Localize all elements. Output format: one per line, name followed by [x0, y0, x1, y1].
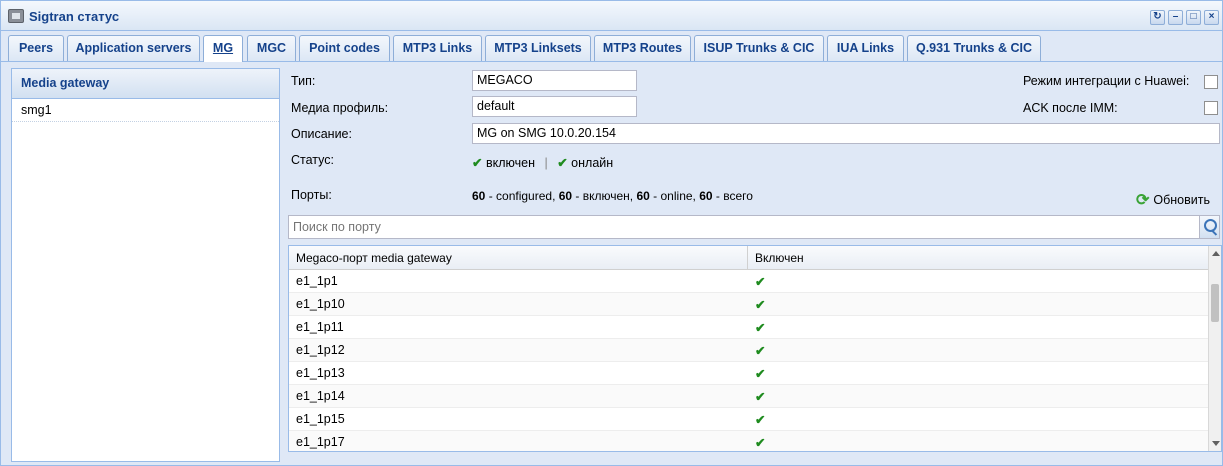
scroll-up-icon[interactable] [1212, 251, 1220, 256]
grid-header: Megaco-порт media gateway Включен [289, 246, 1209, 270]
ports-online-count: 60 [636, 189, 650, 203]
close-button[interactable]: × [1204, 10, 1219, 25]
mg-details-panel: Тип: MEGACO Медиа профиль: default Описа… [284, 68, 1222, 462]
ports-total-text: - всего [712, 189, 753, 203]
status-separator: | [544, 156, 548, 170]
ports-enabled-count: 60 [558, 189, 573, 203]
checkmark-icon: ✔ [755, 413, 766, 427]
type-field[interactable]: MEGACO [472, 70, 637, 91]
ack-after-imm-checkbox[interactable] [1204, 101, 1218, 115]
tab-bar: Peers Application servers MG MGC Point c… [1, 32, 1222, 62]
enabled-cell: ✔ [748, 339, 772, 362]
tab-isup-trunks[interactable]: ISUP Trunks & CIC [694, 35, 824, 61]
status-enabled: включен [485, 156, 535, 170]
ports-enabled-text: - включен, [572, 189, 637, 203]
minimize-button[interactable]: – [1168, 10, 1183, 25]
table-row[interactable]: e1_1p14 ✔ [289, 385, 1209, 408]
list-item[interactable]: smg1 [12, 99, 279, 122]
ports-configured-count: 60 [472, 189, 486, 203]
table-row[interactable]: e1_1p12 ✔ [289, 339, 1209, 362]
checkmark-icon: ✔ [755, 367, 766, 381]
search-icon[interactable] [1199, 216, 1219, 238]
tab-mgc[interactable]: MGC [247, 35, 296, 61]
enabled-cell: ✔ [748, 293, 772, 316]
table-row[interactable]: e1_1p17 ✔ [289, 431, 1209, 451]
scroll-thumb[interactable] [1211, 284, 1219, 322]
refresh-window-button[interactable]: ↻ [1150, 10, 1165, 25]
port-cell: e1_1p14 [296, 389, 345, 403]
tab-mtp3-linksets[interactable]: MTP3 Linksets [485, 35, 591, 61]
checkmark-icon: ✔ [755, 390, 766, 404]
ports-online-text: - online, [649, 189, 700, 203]
table-row[interactable]: e1_1p1 ✔ [289, 270, 1209, 293]
checkmark-icon: ✔ [755, 321, 766, 335]
ack-after-imm-label: ACK после IMM: [1023, 101, 1118, 115]
port-cell: e1_1p12 [296, 343, 345, 357]
grid-scrollbar[interactable] [1208, 246, 1221, 451]
tab-q931-trunks[interactable]: Q.931 Trunks & CIC [907, 35, 1041, 61]
tab-mtp3-links[interactable]: MTP3 Links [393, 35, 482, 61]
tab-mtp3-routes[interactable]: MTP3 Routes [594, 35, 691, 61]
status-online: онлайн [571, 156, 614, 170]
ports-summary: 60 - configured, 60 - включен, 60 - onli… [472, 189, 753, 203]
port-cell: e1_1p11 [296, 320, 344, 334]
enabled-cell: ✔ [748, 431, 772, 451]
port-cell: e1_1p1 [296, 274, 338, 288]
table-row[interactable]: e1_1p11 ✔ [289, 316, 1209, 339]
refresh-label: Обновить [1153, 193, 1210, 207]
checkmark-icon: ✔ [755, 344, 766, 358]
refresh-icon: ⟳ [1135, 192, 1150, 209]
status-label: Статус: [291, 153, 334, 167]
enabled-cell: ✔ [748, 316, 772, 339]
port-cell: e1_1p15 [296, 412, 345, 426]
column-header-enabled[interactable]: Включен [748, 246, 1209, 270]
media-gateway-item-label: smg1 [21, 103, 52, 117]
port-cell: e1_1p13 [296, 366, 345, 380]
media-profile-field[interactable]: default [472, 96, 637, 117]
enabled-cell: ✔ [748, 408, 772, 431]
checkmark-icon: ✔ [755, 275, 766, 289]
media-gateway-header: Media gateway [12, 69, 279, 99]
tab-application-servers[interactable]: Application servers [67, 35, 200, 61]
port-cell: e1_1p10 [296, 297, 345, 311]
window-title: Sigtran статус [29, 9, 120, 24]
maximize-button[interactable]: □ [1186, 10, 1201, 25]
table-row[interactable]: e1_1p15 ✔ [289, 408, 1209, 431]
media-gateway-panel: Media gateway smg1 [11, 68, 280, 462]
huawei-integration-label: Режим интеграции с Huawei: [1023, 74, 1190, 88]
ports-configured-text: - configured, [485, 189, 559, 203]
checkmark-icon: ✔ [755, 298, 766, 312]
checkmark-icon: ✔ [557, 156, 568, 170]
port-search [288, 215, 1220, 239]
port-cell: e1_1p17 [296, 435, 345, 449]
window-titlebar[interactable]: Sigtran статус ↻ – □ × [1, 1, 1222, 31]
enabled-cell: ✔ [748, 385, 772, 408]
media-profile-label: Медиа профиль: [291, 101, 389, 115]
tab-point-codes[interactable]: Point codes [299, 35, 390, 61]
tab-mg[interactable]: MG [203, 35, 243, 62]
tab-peers[interactable]: Peers [8, 35, 64, 61]
table-row[interactable]: e1_1p10 ✔ [289, 293, 1209, 316]
refresh-button[interactable]: ⟳ Обновить [1136, 190, 1210, 210]
tab-iua-links[interactable]: IUA Links [827, 35, 904, 61]
sigtran-status-window: Sigtran статус ↻ – □ × Peers Application… [0, 0, 1223, 466]
ports-total-count: 60 [699, 189, 713, 203]
description-field[interactable]: MG on SMG 10.0.20.154 [472, 123, 1220, 144]
column-header-port[interactable]: Megaco-порт media gateway [289, 246, 748, 270]
checkmark-icon: ✔ [755, 436, 766, 450]
huawei-integration-checkbox[interactable] [1204, 75, 1218, 89]
scroll-down-icon[interactable] [1212, 441, 1220, 446]
type-label: Тип: [291, 74, 316, 88]
ports-grid: Megaco-порт media gateway Включен e1_1p1… [288, 245, 1222, 452]
enabled-cell: ✔ [748, 270, 772, 293]
description-label: Описание: [291, 127, 352, 141]
enabled-cell: ✔ [748, 362, 772, 385]
grid-body: e1_1p1 ✔ e1_1p10 ✔ e1_1p11 ✔ e1_1p12 ✔ e… [289, 270, 1209, 451]
port-search-input[interactable] [289, 216, 1189, 238]
checkmark-icon: ✔ [472, 156, 483, 170]
ports-label: Порты: [291, 188, 332, 202]
status-values: ✔ включен | ✔ онлайн [472, 155, 613, 170]
table-row[interactable]: e1_1p13 ✔ [289, 362, 1209, 385]
window-app-icon [8, 9, 24, 23]
